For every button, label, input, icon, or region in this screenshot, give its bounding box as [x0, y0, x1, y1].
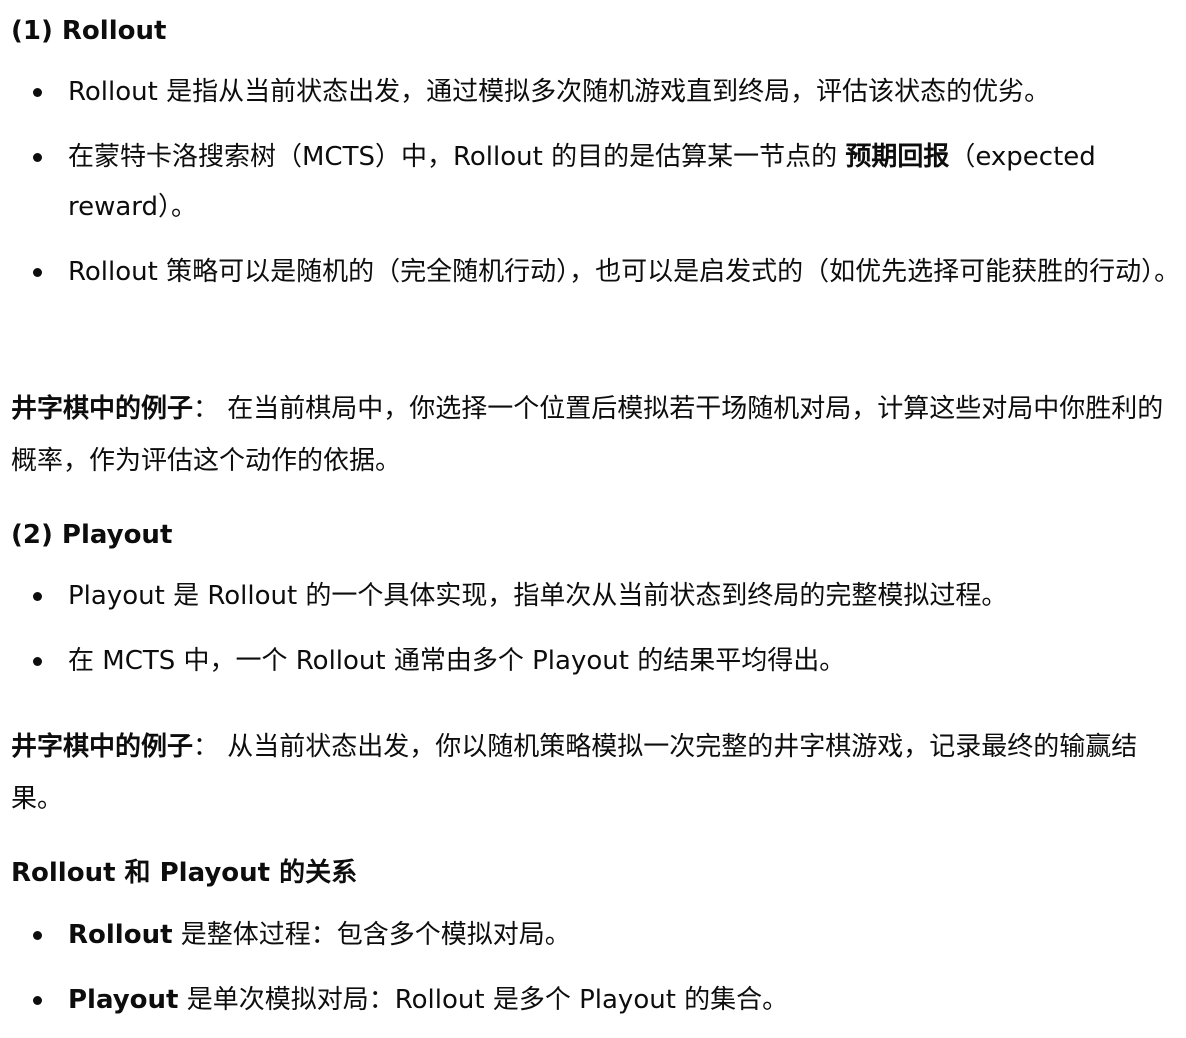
- playout-bullet-list: Playout 是 Rollout 的一个具体实现，指单次从当前状态到终局的完整…: [11, 571, 1183, 686]
- list-item-text: 在 MCTS 中，一个 Rollout 通常由多个 Playout 的结果平均得…: [68, 646, 846, 676]
- list-item: Rollout 是整体过程：包含多个模拟对局。: [11, 910, 1183, 960]
- list-item: Playout 是 Rollout 的一个具体实现，指单次从当前状态到终局的完整…: [11, 571, 1183, 621]
- list-item: 在蒙特卡洛搜索树（MCTS）中，Rollout 的目的是估算某一节点的 预期回报…: [11, 132, 1183, 232]
- bullet-dot: [33, 931, 42, 940]
- list-item-text: Rollout 是指从当前状态出发，通过模拟多次随机游戏直到终局，评估该状态的优…: [68, 77, 1051, 107]
- list-item-text-post: 是整体过程：包含多个模拟对局。: [172, 920, 571, 950]
- list-item-text-post: 是单次模拟对局：Rollout 是多个 Playout 的集合。: [178, 985, 789, 1015]
- list-item: Playout 是单次模拟对局：Rollout 是多个 Playout 的集合。: [11, 975, 1183, 1025]
- list-item-text-pre: 在蒙特卡洛搜索树（MCTS）中，Rollout 的目的是估算某一节点的: [68, 142, 846, 172]
- bullet-dot: [33, 88, 42, 97]
- list-item: Rollout 策略可以是随机的（完全随机行动），也可以是启发式的（如优先选择可…: [11, 247, 1183, 297]
- rollout-bullet-list: Rollout 是指从当前状态出发，通过模拟多次随机游戏直到终局，评估该状态的优…: [11, 67, 1183, 297]
- bullet-dot: [33, 996, 42, 1005]
- list-item-bold-term: Playout: [68, 985, 179, 1015]
- section-heading-relationship: Rollout 和 Playout 的关系: [11, 858, 358, 888]
- bullet-dot: [33, 657, 42, 666]
- example-label: 井字棋中的例子: [11, 732, 194, 762]
- example-colon: ：: [193, 732, 220, 762]
- list-item-text: Playout 是 Rollout 的一个具体实现，指单次从当前状态到终局的完整…: [68, 581, 1008, 611]
- list-item-bold-term: 预期回报: [845, 142, 950, 172]
- example-paragraph-playout: 井字棋中的例子： 从当前状态出发，你以随机策略模拟一次完整的井字棋游戏，记录最终…: [11, 721, 1179, 825]
- list-item: 在 MCTS 中，一个 Rollout 通常由多个 Playout 的结果平均得…: [11, 636, 1183, 686]
- section-heading-playout: (2) Playout: [11, 520, 173, 550]
- example-colon: ：: [193, 394, 220, 424]
- bullet-dot: [33, 153, 42, 162]
- relationship-bullet-list: Rollout 是整体过程：包含多个模拟对局。 Playout 是单次模拟对局：…: [11, 910, 1183, 1025]
- list-item-bold-term: Rollout: [68, 920, 173, 950]
- list-item: Rollout 是指从当前状态出发，通过模拟多次随机游戏直到终局，评估该状态的优…: [11, 67, 1183, 117]
- list-item-text: Rollout 策略可以是随机的（完全随机行动），也可以是启发式的（如优先选择可…: [68, 257, 1181, 287]
- example-label: 井字棋中的例子: [11, 394, 194, 424]
- example-paragraph-rollout: 井字棋中的例子： 在当前棋局中，你选择一个位置后模拟若干场随机对局，计算这些对局…: [11, 383, 1179, 487]
- bullet-dot: [33, 268, 42, 277]
- bullet-dot: [33, 592, 42, 601]
- section-heading-rollout: (1) Rollout: [11, 16, 167, 46]
